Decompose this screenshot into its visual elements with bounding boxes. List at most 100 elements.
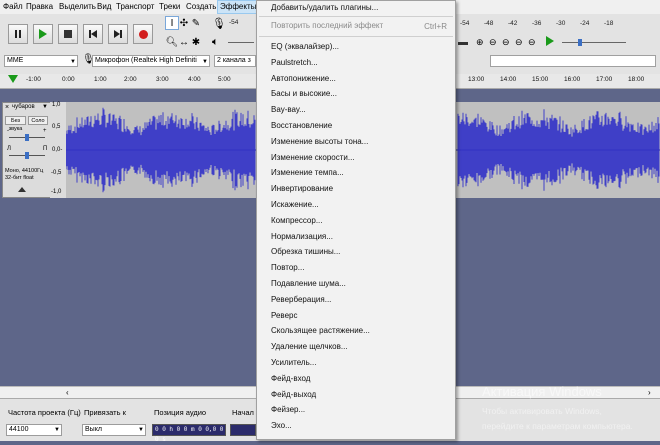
amplitude-scale: 1,0 0,5 0,0- -0,5 -1,0 [50,102,66,198]
timeshift-tool[interactable]: ↔ [178,36,190,48]
zoom-toggle-icon[interactable]: ⊖ [528,37,536,48]
menu-item-effect[interactable]: EQ (эквалайзер)... [271,40,339,54]
play-speed-slider[interactable] [562,42,626,43]
menu-item-effect[interactable]: Эхо... [271,419,292,433]
menu-item-effect[interactable]: Реверс [271,309,298,323]
multi-tool[interactable]: ✱ [190,36,202,48]
gain-slider-thumb[interactable] [25,134,29,141]
menu-tracks[interactable]: Треки [157,1,182,13]
scale-label: 0,0- [52,147,63,153]
zoom-out-icon[interactable]: ⊖ [489,37,497,48]
solo-button[interactable]: Соло [28,116,48,125]
track-info-format: Моно, 44100Гц [5,168,44,174]
timeshift-icon: ↔ [179,36,189,48]
ruler-tick: 16:00 [564,76,581,83]
project-rate-select[interactable]: 44100 ▼ [6,424,62,436]
menu-item-effect[interactable]: Усилитель... [271,356,316,370]
menu-item-effect[interactable]: Подавление шума... [271,277,346,291]
menu-item-effect[interactable]: Изменение высоты тона... [271,135,368,149]
pause-button[interactable] [8,24,28,44]
meter-tick: -36 [532,20,542,27]
windows-activation-line: перейдите к параметрам компьютера. [482,421,633,431]
menu-item-effect[interactable]: Искажение... [271,198,319,212]
fit-selection-icon[interactable]: ⊖ [502,37,510,48]
skip-start-button[interactable] [83,24,103,44]
menu-generate[interactable]: Создать [184,1,218,13]
menu-transport[interactable]: Транспорт [114,1,156,13]
menu-item-effect[interactable]: Басы и высокие... [271,87,337,101]
audio-position-field[interactable]: 0 0 h 0 0 m 0 0,0 0 0 s [152,424,226,443]
ruler-tick: 4:00 [188,76,201,83]
menu-file[interactable]: Файл [1,1,25,13]
chevron-down-icon: ▼ [54,427,60,433]
fit-project-icon[interactable]: ⊖ [515,37,523,48]
menu-item-effect[interactable]: Автопонижение... [271,72,336,86]
i-beam-icon: I [170,17,174,29]
audio-host-select[interactable]: MME ▼ [4,55,78,67]
scroll-right-icon[interactable]: › [648,388,651,397]
microphone-icon: 🎙︎ [212,18,226,30]
track-info-bits: 32-бит float [5,175,34,181]
menu-item-repeat-last-effect[interactable]: Повторить последний эффект [271,19,383,33]
zoom-tool[interactable]: 🔍︎ [166,36,179,48]
channels-select[interactable]: 2 канала з [214,55,256,67]
audio-host-value: MME [7,57,24,64]
play-at-speed-icon[interactable] [546,36,554,46]
menu-item-effect[interactable]: Paulstretch... [271,56,318,70]
menu-select[interactable]: Выделить [57,1,98,13]
snap-to-select[interactable]: Выкл ▼ [82,424,146,436]
menu-separator [259,16,453,17]
record-button[interactable] [133,24,153,44]
zoom-in-icon[interactable]: ⊕ [476,37,484,48]
pan-slider-thumb[interactable] [25,152,29,159]
menu-item-effect[interactable]: Фейд-выход [271,388,316,402]
skip-end-button[interactable] [108,24,128,44]
multi-tool-icon: ✱ [191,36,201,48]
chevron-down-icon[interactable]: ▼ [42,104,48,110]
menu-item-effect[interactable]: Вау-вау... [271,103,306,117]
menu-item-effect[interactable]: Инвертирование [271,182,333,196]
playback-device-select[interactable] [490,55,656,67]
menu-separator [259,36,453,37]
scroll-left-icon[interactable]: ‹ [66,388,69,397]
playback-volume-slider[interactable] [228,42,254,43]
menu-item-effect[interactable]: Изменение скорости... [271,151,355,165]
pin-icon [8,75,18,83]
ruler-tick: 3:00 [156,76,169,83]
collapse-track-icon[interactable] [18,187,26,192]
menu-item-effect[interactable]: Повтор... [271,261,304,275]
chevron-down-icon: ▼ [202,59,208,65]
stop-button[interactable] [58,24,78,44]
menu-edit[interactable]: Правка [24,1,55,13]
play-speed-thumb[interactable] [578,39,582,46]
menu-view[interactable]: Вид [95,1,113,13]
mute-button[interactable]: Без звука [5,116,26,132]
menu-item-effect[interactable]: Скользящее растяжение... [271,324,370,338]
menu-item-effect[interactable]: Обрезка тишины... [271,245,340,259]
envelope-tool[interactable]: ✣ [178,17,190,29]
menu-item-effect[interactable]: Реверберация... [271,293,331,307]
ruler-tick: 5:00 [218,76,231,83]
scale-label: -0,5 [51,170,62,176]
snap-to-value: Выкл [85,426,102,433]
menu-item-effect[interactable]: Фейд-вход [271,372,310,386]
menu-item-effect[interactable]: Нормализация... [271,230,333,244]
menu-item-effect[interactable]: Фейзер... [271,403,305,417]
menu-item-add-remove-plugins[interactable]: Добавить/удалить плагины... [271,1,378,15]
skip-start-icon [89,30,97,38]
close-icon[interactable]: × [5,104,9,111]
play-button[interactable] [33,24,53,44]
draw-tool[interactable]: ✎ [190,17,202,29]
track-name[interactable]: чубаров [12,104,35,110]
ruler-tick: 0:00 [62,76,75,83]
menu-item-effect[interactable]: Изменение темпа... [271,166,344,180]
selection-start-field[interactable] [230,424,256,436]
selection-tool[interactable]: I [165,16,179,30]
menu-item-effect[interactable]: Удаление щелчков... [271,340,348,354]
menu-item-effect[interactable]: Восстановление [271,119,332,133]
pencil-icon: ✎ [191,17,201,29]
menu-item-effect[interactable]: Компрессор... [271,214,323,228]
menu-effects[interactable]: Эффекты [216,0,260,14]
recording-device-select[interactable]: Микрофон (Realtek High Definiti ▼ [92,55,210,67]
meter-tick: -54 [460,20,470,27]
